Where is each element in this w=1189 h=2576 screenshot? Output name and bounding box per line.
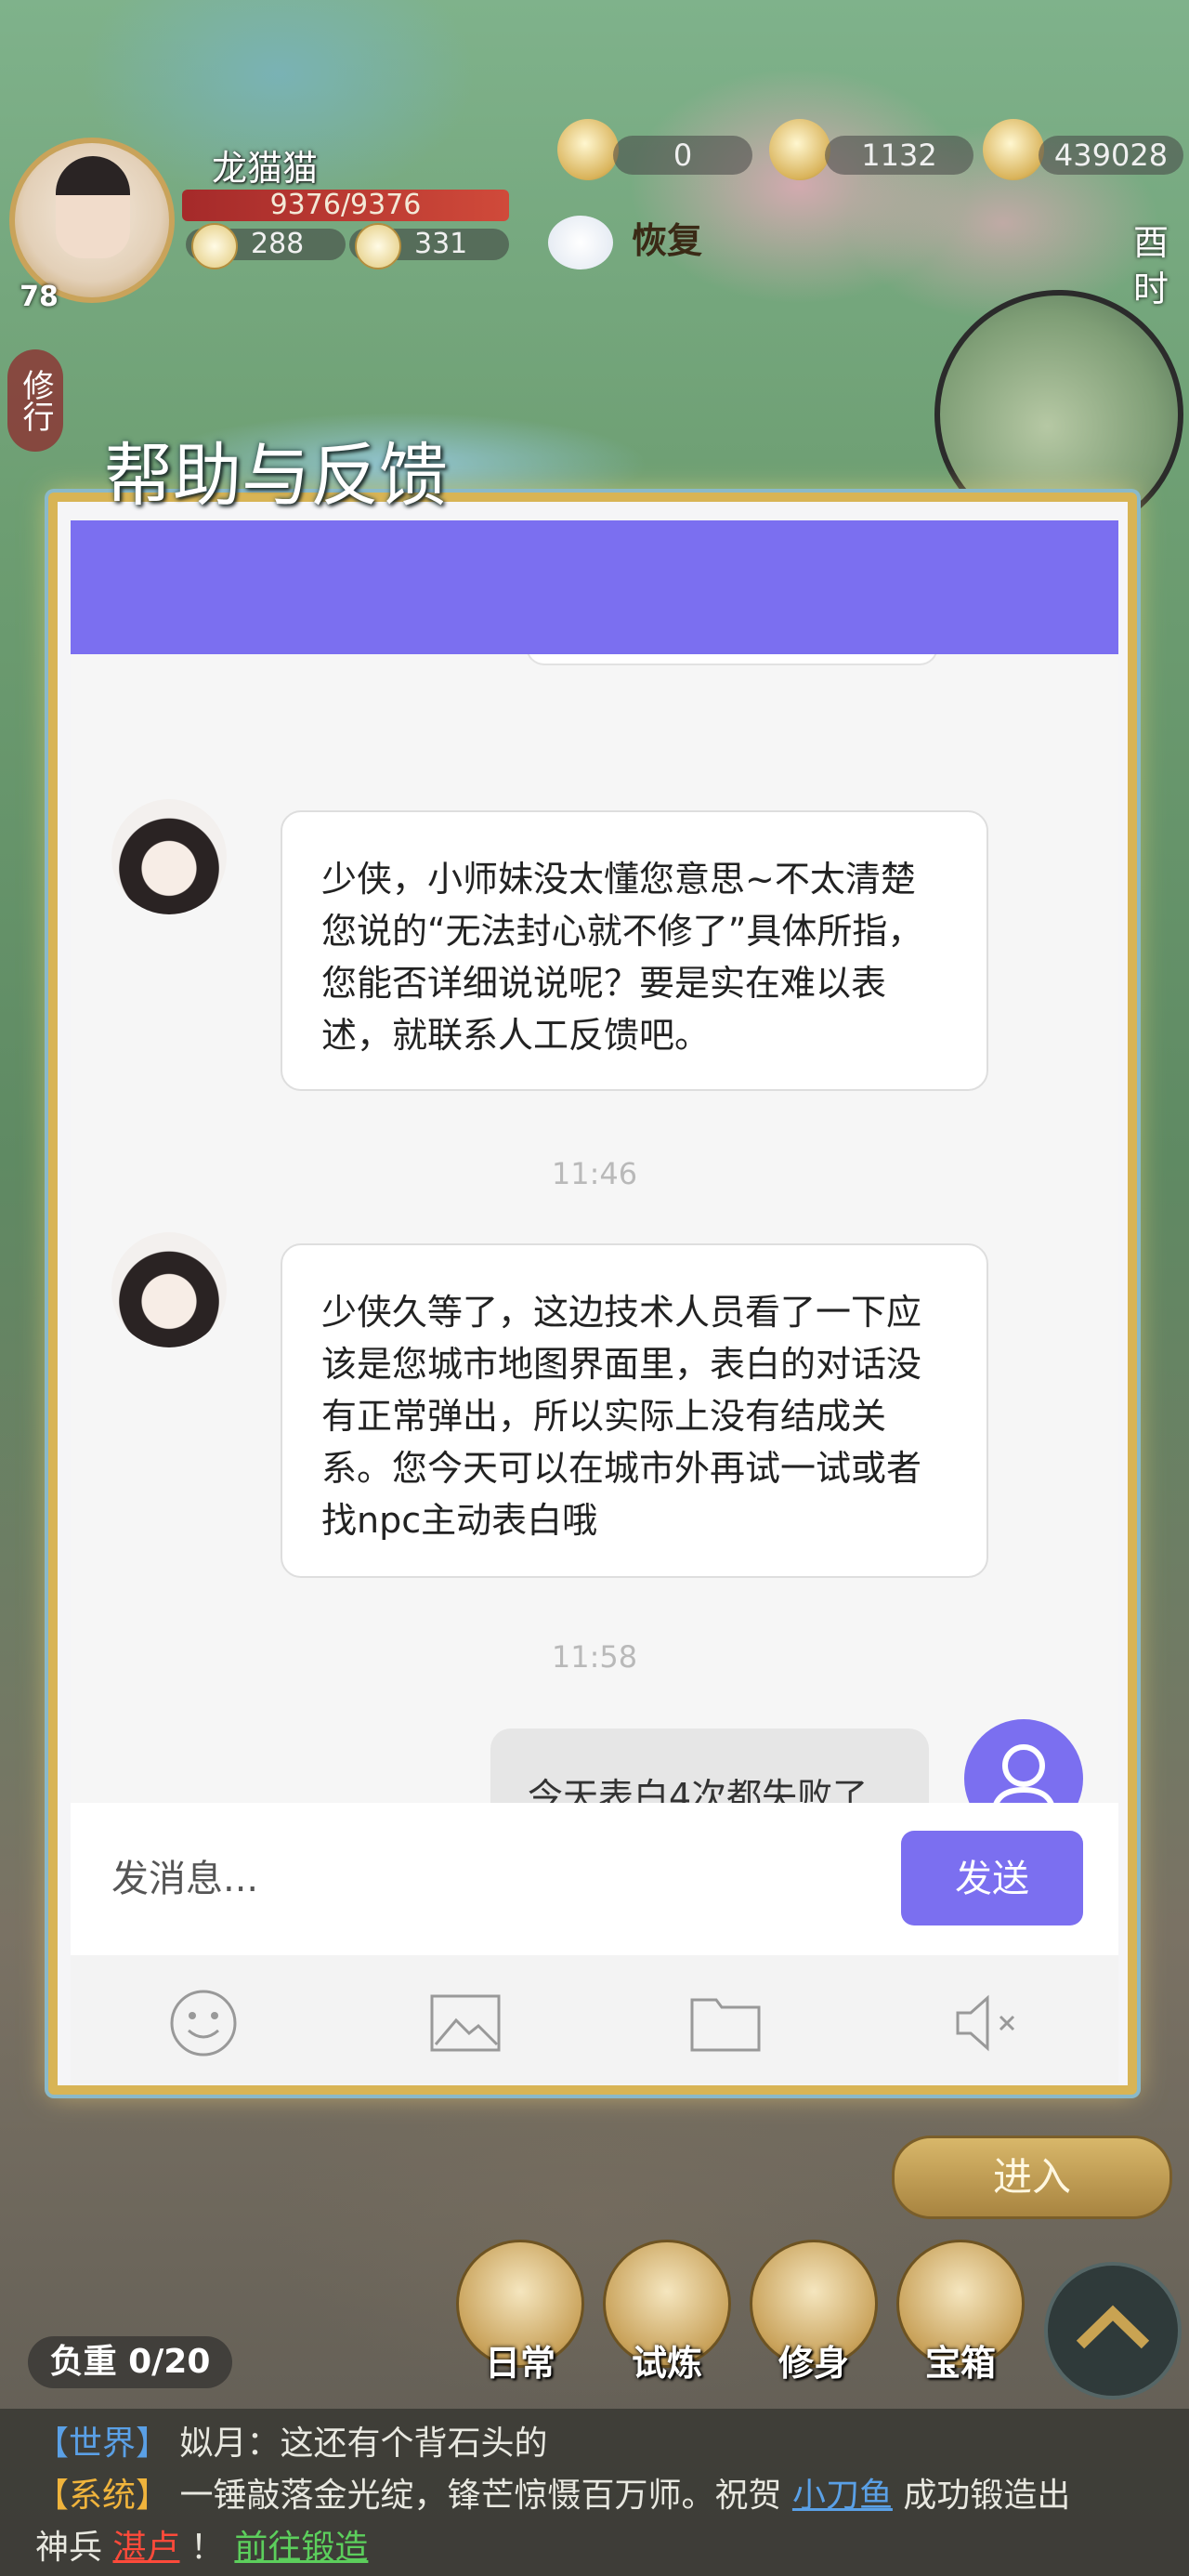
- folder-icon[interactable]: [684, 1981, 767, 2065]
- user-icon: [993, 1744, 1054, 1803]
- enter-button[interactable]: 进入: [892, 2136, 1172, 2219]
- image-icon[interactable]: [424, 1981, 507, 2065]
- timestamp: 11:46: [551, 1156, 638, 1191]
- recover-button[interactable]: 恢复: [548, 212, 725, 269]
- menu-chest[interactable]: 宝箱: [895, 2240, 1026, 2398]
- agent-message: 少侠，小师妹没太懂您意思~不太清楚您说的“无法封心就不修了”具体所指，您能否详细…: [281, 810, 988, 1091]
- bun-icon: [355, 223, 401, 269]
- agent-avatar: [111, 1232, 227, 1347]
- chat-text: 神兵: [35, 2529, 103, 2567]
- chat-messages[interactable]: 少侠，小师妹没太懂您意思~不太清楚您说的“无法封心就不修了”具体所指，您能否详细…: [71, 654, 1118, 1803]
- stat-food-value: 288: [251, 228, 305, 260]
- agent-message: 少侠久等了，这边技术人员看了一下应该是您城市地图界面里，表白的对话没有正常弹出，…: [281, 1243, 988, 1578]
- time-of-day: 酉时: [1132, 222, 1169, 309]
- menu-cultivate[interactable]: 修身: [749, 2240, 879, 2398]
- chat-text: 成功锻造出: [903, 2477, 1071, 2515]
- world-chat-feed[interactable]: 【世界】 姒月：这还有个背石头的 【系统】 一锤敲落金光绽，锋芒惊慑百万师。祝贺…: [0, 2409, 1189, 2576]
- stat-pill-food: 288: [186, 223, 346, 269]
- menu-daily-label: 日常: [484, 2343, 555, 2384]
- message-input-row: 发送: [71, 1803, 1118, 1955]
- user-message: 今天表白4次都失败了: [490, 1728, 929, 1803]
- menu-trial[interactable]: 试炼: [602, 2240, 732, 2398]
- resource-silver: 1132: [825, 136, 973, 175]
- chat-text: ！: [189, 2529, 224, 2567]
- dialog-title: 帮助与反馈: [104, 436, 448, 516]
- menu-daily[interactable]: 日常: [455, 2240, 585, 2398]
- chat-text: 一锤敲落金光绽，锋芒惊慑百万师。祝贺: [179, 2477, 782, 2515]
- resource-coins: 439028: [1039, 136, 1183, 175]
- menu-chest-label: 宝箱: [924, 2343, 996, 2384]
- chat-line: 【世界】 姒月：这还有个背石头的: [35, 2418, 1189, 2470]
- forge-link[interactable]: 前往锻造: [234, 2529, 368, 2567]
- timestamp: 11:58: [551, 1639, 638, 1675]
- chat-toolbar: [71, 1955, 1118, 2083]
- message-input[interactable]: [110, 1836, 931, 1922]
- bowl-icon: [191, 223, 238, 269]
- dialog-header: [71, 520, 1118, 654]
- menu-trial-label: 试炼: [631, 2343, 702, 2384]
- resource-jade: 0: [613, 136, 752, 175]
- player-name: 龙猫猫: [212, 148, 319, 189]
- hp-bar: 9376/9376: [182, 190, 509, 221]
- agent-avatar: [111, 799, 227, 914]
- player-portrait: [56, 156, 130, 258]
- coin-icon[interactable]: [983, 119, 1044, 180]
- stat-mood-value: 331: [414, 228, 468, 260]
- channel-system: 【系统】: [35, 2477, 170, 2515]
- user-avatar: [964, 1719, 1083, 1803]
- player-level: 78: [20, 281, 59, 313]
- stat-pill-mood: 331: [349, 223, 509, 269]
- chevron-up-icon: [1076, 2305, 1150, 2349]
- item-link[interactable]: 湛卢: [112, 2529, 179, 2567]
- send-button[interactable]: 发送: [901, 1831, 1083, 1925]
- chat-line: 【系统】 一锤敲落金光绽，锋芒惊慑百万师。祝贺 小刀鱼 成功锻造出: [35, 2470, 1189, 2522]
- mute-icon[interactable]: [946, 1981, 1029, 2065]
- previous-bubble: [526, 654, 938, 665]
- jade-icon[interactable]: [557, 119, 619, 180]
- chat-text: 姒月：这还有个背石头的: [179, 2425, 548, 2463]
- silver-icon[interactable]: [769, 119, 830, 180]
- player-link[interactable]: 小刀鱼: [792, 2477, 893, 2515]
- emoji-icon[interactable]: [162, 1981, 245, 2065]
- channel-world: 【世界】: [35, 2425, 170, 2463]
- menu-cultivate-label: 修身: [777, 2343, 849, 2384]
- load-capacity: 负重 0/20: [28, 2336, 232, 2388]
- expand-menu-button[interactable]: [1044, 2262, 1182, 2399]
- chat-line: 神兵 湛卢 ！ 前往锻造: [35, 2522, 1189, 2574]
